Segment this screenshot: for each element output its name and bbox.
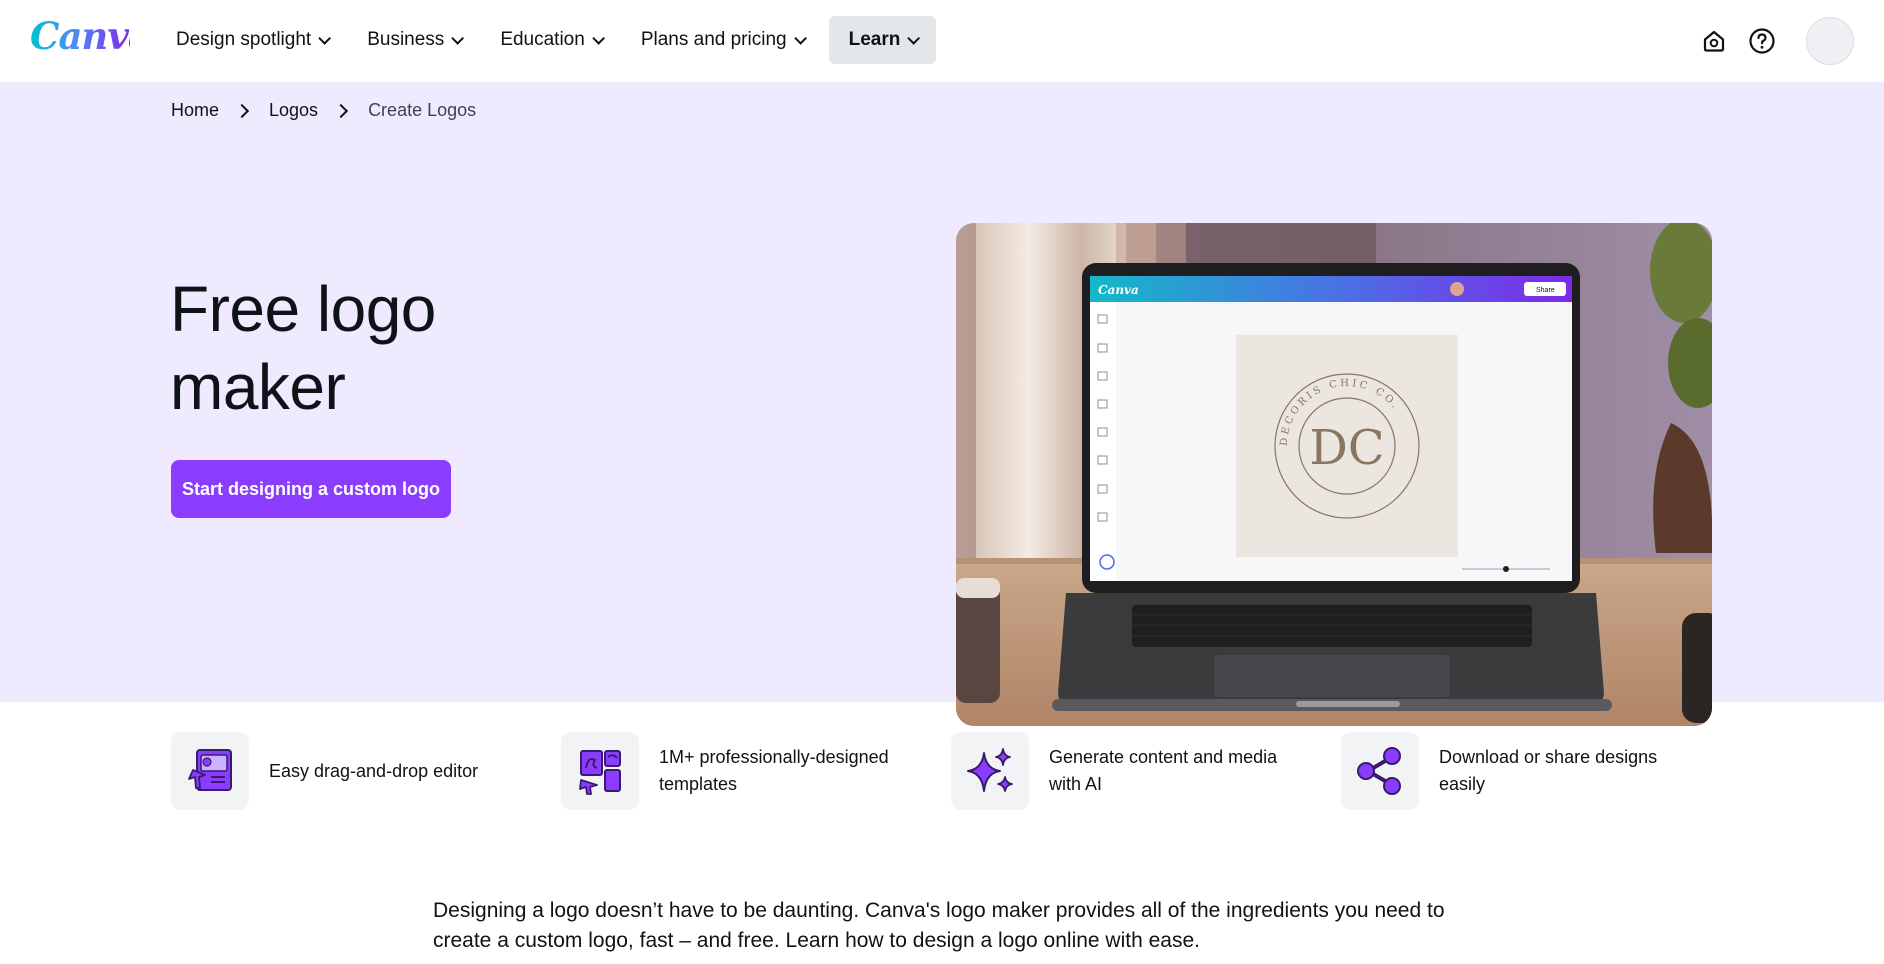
logo-monogram: DC (1309, 420, 1384, 476)
home-icon (1703, 30, 1725, 52)
avatar[interactable] (1806, 17, 1854, 65)
chevron-down-icon (793, 31, 807, 45)
breadcrumb-create-logos: Create Logos (368, 100, 477, 120)
nav-item-label: Business (367, 29, 445, 50)
canva-logo[interactable]: Canva (30, 14, 152, 58)
feature-item: Download or share designs easily (1341, 732, 1689, 810)
nav-item-label: Plans and pricing (640, 29, 787, 50)
feature-item: Easy drag-and-drop editor (171, 732, 519, 810)
features-row: Easy drag-and-drop editor 1M+ profession… (0, 702, 1884, 862)
feature-item: Generate content and media with AI (951, 732, 1299, 810)
templates-icon (561, 732, 639, 810)
breadcrumb-home[interactable]: Home (171, 100, 219, 121)
header-actions (1696, 14, 1854, 68)
intro-paragraph: Designing a logo doesn’t have to be daun… (433, 899, 1445, 952)
share-button-label: Share (1536, 287, 1555, 294)
nav-item-label: Education (500, 29, 585, 50)
hero-section: Canva Share DC DECORIS CHIC CO. Home Log… (0, 82, 1884, 726)
nav-item-learn[interactable]: Learn (828, 16, 937, 64)
nav-item-label: Learn (848, 29, 901, 50)
canva-app-logo: Canva (1098, 283, 1139, 297)
nav-item-business[interactable]: Business (353, 16, 474, 64)
feature-text: Easy drag-and-drop editor (269, 760, 479, 781)
page-title: Free logo maker (170, 273, 436, 423)
chevron-right-icon (234, 103, 250, 118)
feature-text: Generate content and media with AI (1049, 747, 1278, 794)
sparkles-ai-icon (951, 732, 1029, 810)
feature-text: 1M+ professionally-designed templates (659, 747, 889, 794)
start-designing-button[interactable]: Start designing a custom logo (171, 460, 451, 518)
nav-item-education[interactable]: Education (486, 16, 615, 64)
share-icon (1341, 732, 1419, 810)
top-navigation: Canva Design spotlight Business Educatio… (0, 0, 1884, 82)
home-button[interactable] (1696, 23, 1732, 59)
help-button[interactable] (1744, 23, 1780, 59)
chevron-right-icon (333, 103, 349, 118)
nav-item-plans-and-pricing[interactable]: Plans and pricing (627, 16, 817, 64)
hero-image: Canva Share DC DECORIS CHIC CO. (956, 223, 1712, 726)
chevron-down-icon (907, 31, 921, 45)
feature-item: 1M+ professionally-designed templates (561, 732, 909, 810)
breadcrumb: Home Logos Create Logos (171, 100, 476, 121)
chevron-down-icon (451, 31, 465, 45)
nav-item-label: Design spotlight (176, 29, 312, 50)
laptop-scene-illustration: Canva Share DC DECORIS CHIC CO. (956, 223, 1712, 726)
main-nav: Design spotlight Business Education Plan… (162, 16, 948, 64)
help-icon (1749, 28, 1775, 54)
drag-drop-editor-icon (171, 732, 249, 810)
breadcrumb-logos[interactable]: Logos (269, 100, 318, 121)
nav-item-design-spotlight[interactable]: Design spotlight (162, 16, 341, 64)
chevron-down-icon (318, 31, 332, 45)
feature-text: Download or share designs easily (1439, 747, 1658, 794)
chevron-down-icon (592, 31, 605, 45)
canva-logo-text: Canva (30, 14, 152, 58)
